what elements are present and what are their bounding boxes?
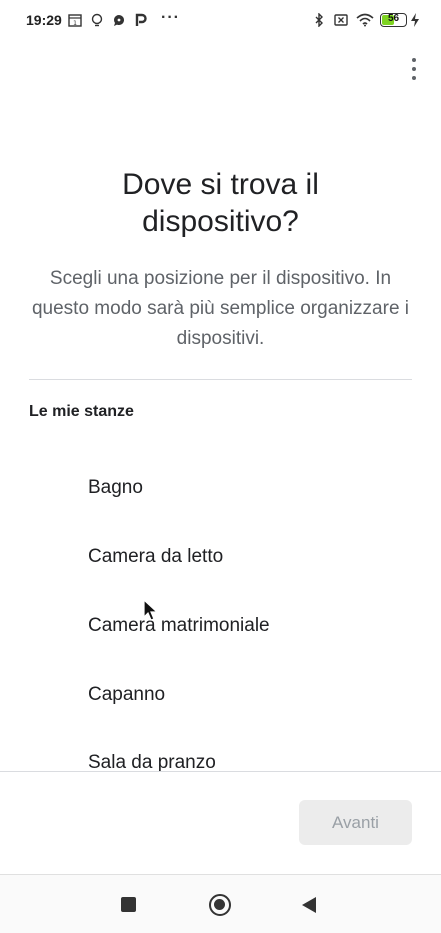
more-notifications-icon: ··· bbox=[161, 9, 180, 26]
more-vert-icon[interactable] bbox=[404, 56, 424, 82]
room-label: Camera matrimoniale bbox=[88, 615, 270, 636]
room-label: Sala da pranzo bbox=[88, 752, 216, 771]
status-time: 19:29 bbox=[26, 12, 62, 28]
room-label: Bagno bbox=[88, 477, 143, 498]
divider bbox=[29, 379, 412, 380]
room-label: Camera da letto bbox=[88, 546, 224, 567]
menu-dot bbox=[412, 76, 416, 80]
room-item-camera-matrimoniale[interactable]: Camera matrimoniale bbox=[0, 597, 441, 657]
svg-text:1: 1 bbox=[73, 20, 77, 27]
mouse-pointer-icon bbox=[143, 599, 159, 621]
wifi-icon bbox=[356, 13, 374, 27]
room-item-capanno[interactable]: Capanno bbox=[0, 666, 441, 726]
section-label-my-rooms: Le mie stanze bbox=[29, 403, 134, 420]
bluetooth-icon bbox=[315, 13, 323, 27]
no-sim-icon bbox=[334, 14, 348, 26]
room-item-bagno[interactable]: Bagno bbox=[0, 459, 441, 519]
room-item-sala-da-pranzo[interactable]: Sala da pranzo bbox=[0, 734, 441, 771]
parking-icon bbox=[135, 13, 147, 26]
calendar-icon: 1 bbox=[68, 14, 82, 27]
chat-bubble-icon bbox=[114, 15, 124, 26]
next-button[interactable]: Avanti bbox=[299, 800, 412, 845]
room-label: Capanno bbox=[88, 684, 166, 705]
page-title: Dove si trova il dispositivo? bbox=[122, 168, 319, 238]
recents-square-icon[interactable] bbox=[121, 897, 136, 912]
battery-label: 56 bbox=[387, 13, 400, 24]
system-nav-bar bbox=[0, 874, 441, 933]
home-circle-icon[interactable] bbox=[209, 894, 231, 916]
battery-icon: 56 bbox=[380, 13, 407, 27]
footer-divider bbox=[0, 771, 441, 772]
charging-icon bbox=[411, 13, 419, 27]
lightbulb-icon bbox=[91, 13, 103, 27]
menu-dot bbox=[412, 67, 416, 71]
menu-dot bbox=[412, 58, 416, 62]
room-item-camera-da-letto[interactable]: Camera da letto bbox=[0, 528, 441, 588]
back-triangle-icon[interactable] bbox=[302, 897, 316, 913]
page-subtitle: Scegli una posizione per il dispositivo.… bbox=[31, 268, 410, 349]
status-bar: 19:29 1 ··· 56 bbox=[0, 0, 441, 42]
